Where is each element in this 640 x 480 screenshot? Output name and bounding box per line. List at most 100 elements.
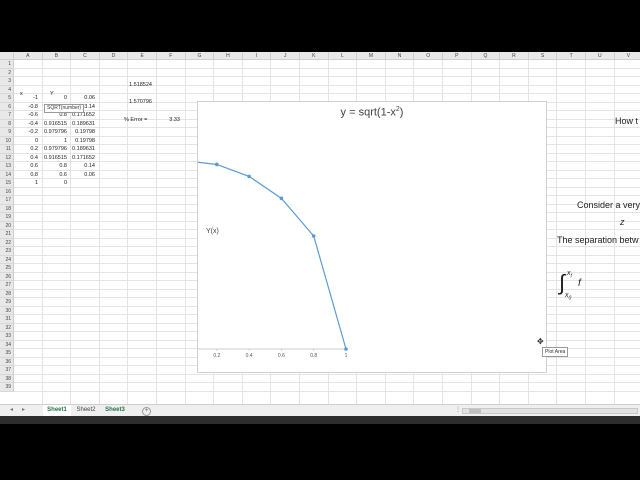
row-header[interactable]: 12 bbox=[0, 153, 14, 162]
row-header[interactable]: 35 bbox=[0, 349, 14, 358]
cell-x-value[interactable]: 0.2 bbox=[14, 145, 38, 154]
column-header[interactable]: N bbox=[385, 52, 415, 60]
cell-c-value[interactable]: 0.19798 bbox=[70, 137, 95, 146]
cell-c-value[interactable]: 0.189631 bbox=[70, 145, 95, 154]
column-header[interactable]: H bbox=[214, 52, 243, 60]
row-header[interactable]: 18 bbox=[0, 204, 14, 213]
cell-c-value[interactable]: 0.189631 bbox=[70, 120, 95, 129]
cell-y-value[interactable]: 0.916515 bbox=[43, 154, 67, 163]
chart-object[interactable]: y = sqrt(1-x2) Y(x) -1-0.8-0.6-0.4-0.200… bbox=[197, 101, 547, 373]
column-header[interactable]: E bbox=[128, 52, 157, 60]
row-header[interactable]: 20 bbox=[0, 221, 14, 230]
cell-x-value[interactable]: -0.6 bbox=[14, 111, 38, 120]
cell-y-value[interactable]: 0.979796 bbox=[43, 145, 67, 154]
data-point[interactable] bbox=[279, 196, 284, 201]
row-header[interactable]: 7 bbox=[0, 111, 14, 120]
column-header[interactable]: I bbox=[242, 52, 272, 60]
row-header[interactable]: 14 bbox=[0, 170, 14, 179]
cell-c-value[interactable]: 0.14 bbox=[70, 162, 95, 171]
column-header[interactable]: T bbox=[557, 52, 586, 60]
tab-scroll-left-icon[interactable]: ◂ bbox=[10, 405, 13, 416]
cell-c-value[interactable]: 0.06 bbox=[70, 171, 95, 180]
cell-y-value[interactable]: 0.8 bbox=[43, 162, 67, 171]
row-header[interactable]: 13 bbox=[0, 162, 14, 171]
x-tick-label[interactable]: 0.4 bbox=[246, 353, 253, 359]
row-header[interactable]: 32 bbox=[0, 323, 14, 332]
x-tick-label[interactable]: 0.6 bbox=[278, 353, 285, 359]
horizontal-scrollbar[interactable] bbox=[462, 408, 638, 414]
row-header[interactable]: 25 bbox=[0, 264, 14, 273]
column-header[interactable]: C bbox=[71, 52, 100, 60]
tab-bar-menu-icon[interactable]: ⋮ bbox=[455, 405, 461, 416]
row-header[interactable]: 16 bbox=[0, 187, 14, 196]
chart-plot[interactable]: -1-0.8-0.6-0.4-0.200.20.40.60.8100.20.40… bbox=[198, 102, 548, 374]
row-header[interactable]: 8 bbox=[0, 119, 14, 128]
cell-x-value[interactable]: 1 bbox=[14, 179, 38, 188]
column-header[interactable]: B bbox=[42, 52, 72, 60]
cell-e7-label[interactable]: % Error = bbox=[124, 116, 147, 125]
column-header[interactable]: V bbox=[614, 52, 640, 60]
add-sheet-icon[interactable]: + bbox=[142, 407, 151, 416]
row-header[interactable]: 4 bbox=[0, 85, 14, 94]
column-header[interactable]: R bbox=[500, 52, 529, 60]
column-header[interactable]: J bbox=[271, 52, 300, 60]
row-header[interactable]: 36 bbox=[0, 357, 14, 366]
cell-c-value[interactable]: 0.171652 bbox=[70, 154, 95, 163]
row-header[interactable]: 11 bbox=[0, 145, 14, 154]
cell-e5[interactable]: 1.570796 bbox=[120, 98, 152, 107]
row-header[interactable]: 21 bbox=[0, 230, 14, 239]
row-header[interactable]: 26 bbox=[0, 272, 14, 281]
row-header[interactable]: 23 bbox=[0, 247, 14, 256]
column-header[interactable]: L bbox=[328, 52, 358, 60]
row-header[interactable]: 9 bbox=[0, 128, 14, 137]
cell-x-value[interactable]: 0.6 bbox=[14, 162, 38, 171]
cell-c-value[interactable]: 0.19798 bbox=[70, 128, 95, 137]
row-header[interactable]: 22 bbox=[0, 238, 14, 247]
row-header[interactable]: 28 bbox=[0, 289, 14, 298]
row-header[interactable]: 27 bbox=[0, 281, 14, 290]
row-header[interactable]: 15 bbox=[0, 179, 14, 188]
cell-y-value[interactable]: 1 bbox=[43, 137, 67, 146]
column-header[interactable]: K bbox=[300, 52, 329, 60]
x-tick-label[interactable]: 0.8 bbox=[310, 353, 317, 359]
cell-y-value[interactable]: 0.916515 bbox=[43, 120, 67, 129]
column-header[interactable]: M bbox=[357, 52, 386, 60]
row-header[interactable]: 17 bbox=[0, 196, 14, 205]
row-header[interactable]: 2 bbox=[0, 68, 14, 77]
row-header[interactable]: 5 bbox=[0, 94, 14, 103]
row-header[interactable]: 34 bbox=[0, 340, 14, 349]
cell-x-value[interactable]: 0.8 bbox=[14, 171, 38, 180]
row-header[interactable]: 31 bbox=[0, 315, 14, 324]
tab-sheet2[interactable]: Sheet2 bbox=[73, 405, 99, 416]
row-header[interactable]: 33 bbox=[0, 332, 14, 341]
column-header[interactable]: U bbox=[586, 52, 615, 60]
row-header[interactable]: 19 bbox=[0, 213, 14, 222]
row-header[interactable]: 6 bbox=[0, 102, 14, 111]
cell-x-value[interactable]: -0.4 bbox=[14, 120, 38, 129]
series-line[interactable] bbox=[198, 161, 347, 350]
column-header[interactable]: S bbox=[528, 52, 558, 60]
x-tick-label[interactable]: 0.2 bbox=[213, 353, 220, 359]
cell-x-value[interactable]: 0 bbox=[14, 137, 38, 146]
data-point[interactable] bbox=[215, 162, 219, 167]
column-header[interactable]: A bbox=[14, 52, 43, 60]
cell-x-value[interactable]: -0.2 bbox=[14, 128, 38, 137]
cell-x-value[interactable]: 0.4 bbox=[14, 154, 38, 163]
cell-y-value[interactable]: 0.6 bbox=[43, 171, 67, 180]
data-point[interactable] bbox=[344, 347, 348, 351]
select-all-corner[interactable] bbox=[0, 52, 14, 60]
row-header[interactable]: 39 bbox=[0, 383, 14, 392]
cell-y-value[interactable]: 0 bbox=[43, 179, 67, 188]
row-header[interactable]: 10 bbox=[0, 136, 14, 145]
cell-y-value[interactable]: 0 bbox=[43, 94, 67, 103]
column-header[interactable]: P bbox=[443, 52, 472, 60]
cell-x-value[interactable]: -1 bbox=[14, 94, 38, 103]
tab-scroll-right-icon[interactable]: ▸ bbox=[22, 405, 25, 416]
column-header[interactable]: F bbox=[157, 52, 186, 60]
row-header[interactable]: 38 bbox=[0, 374, 14, 383]
row-header[interactable]: 29 bbox=[0, 298, 14, 307]
cell-e3[interactable]: 1.518524 bbox=[120, 81, 152, 90]
row-header[interactable]: 3 bbox=[0, 77, 14, 86]
x-tick-label[interactable]: 1 bbox=[345, 353, 348, 359]
cell-y-value[interactable]: 0.979796 bbox=[43, 128, 67, 137]
